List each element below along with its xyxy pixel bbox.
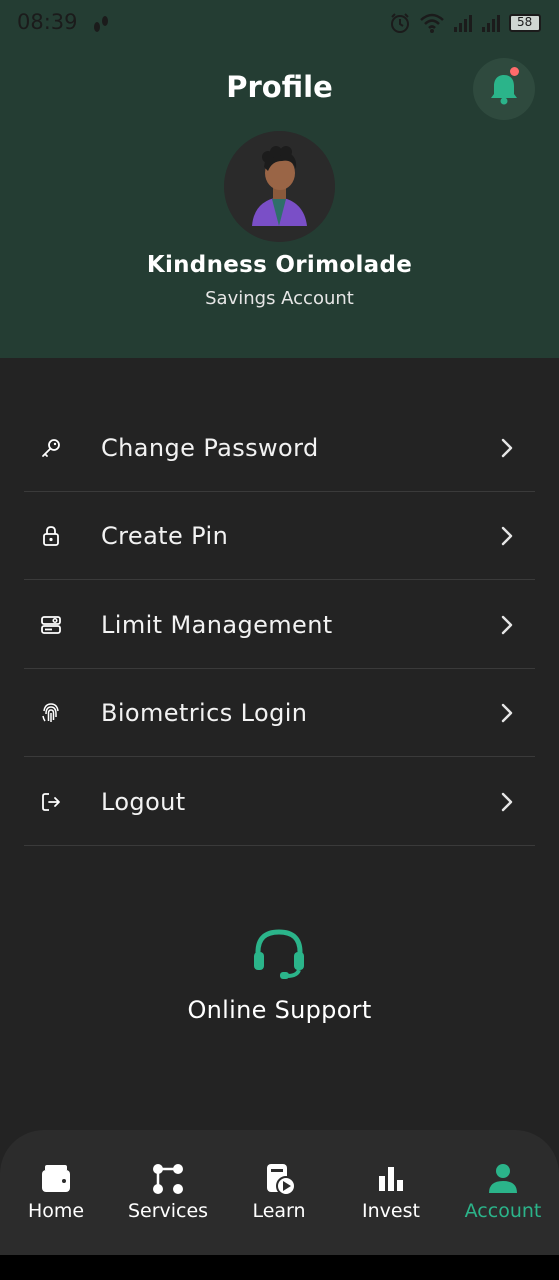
chevron-right-icon (501, 615, 513, 634)
nav-label-invest: Invest (362, 1200, 420, 1222)
menu-label-biometrics-login: Biometrics Login (101, 698, 308, 727)
nav-item-learn[interactable]: Learn (223, 1130, 335, 1255)
chevron-right-icon (501, 703, 513, 722)
nav-item-invest[interactable]: Invest (335, 1130, 447, 1255)
chevron-right-icon (501, 526, 513, 545)
bottom-navigation: Home Services Learn Invest Account (0, 1130, 559, 1255)
avatar-illustration (224, 131, 335, 242)
account-type: Savings Account (205, 288, 354, 309)
nav-item-services[interactable]: Services (112, 1130, 224, 1255)
bell-icon (491, 75, 517, 105)
menu-item-biometrics-login[interactable]: Biometrics Login (24, 669, 535, 757)
fingerprint-icon (38, 700, 64, 726)
menu-label-create-pin: Create Pin (101, 521, 229, 550)
system-navigation-bar (0, 1255, 559, 1280)
menu-item-change-password[interactable]: Change Password (24, 404, 535, 492)
status-bar: 08:39 58 (0, 0, 559, 48)
alarm-icon (391, 13, 409, 33)
notification-dot (510, 67, 519, 76)
user-icon (489, 1164, 517, 1193)
nav-label-services: Services (127, 1200, 209, 1222)
nav-item-account[interactable]: Account (447, 1130, 559, 1255)
menu-label-limit-management: Limit Management (101, 610, 333, 639)
online-support-label[interactable]: Online Support (0, 996, 559, 1024)
battery-icon: 58 (509, 14, 541, 32)
bar-chart-icon (379, 1167, 403, 1191)
wifi-icon (420, 13, 444, 33)
limit-icon (38, 612, 64, 638)
nav-label-learn: Learn (252, 1200, 306, 1222)
user-name: Kindness Orimolade (146, 252, 413, 278)
services-icon (153, 1164, 183, 1194)
nav-item-home[interactable]: Home (0, 1130, 112, 1255)
chevron-right-icon (501, 792, 513, 811)
nav-label-home: Home (27, 1200, 85, 1222)
signal-icon (454, 15, 472, 32)
menu-label-logout: Logout (101, 787, 186, 816)
key-icon (38, 435, 64, 461)
battery-level: 58 (517, 15, 533, 29)
status-time: 08:39 (17, 10, 78, 34)
wallet-icon (42, 1165, 70, 1192)
learn-icon (267, 1164, 296, 1196)
footsteps-icon (94, 16, 108, 32)
logout-icon (38, 789, 64, 815)
menu-item-logout[interactable]: Logout (24, 758, 535, 846)
profile-header: 08:39 58 Profile Kindness Orimolade Savi… (0, 0, 559, 358)
menu-item-create-pin[interactable]: Create Pin (24, 492, 535, 580)
avatar[interactable] (224, 131, 335, 242)
signal-icon-2 (482, 15, 500, 32)
chevron-right-icon (501, 438, 513, 457)
notifications-button[interactable] (473, 58, 535, 120)
headset-icon[interactable] (252, 928, 306, 980)
nav-label-account: Account (464, 1200, 542, 1222)
menu-item-limit-management[interactable]: Limit Management (24, 581, 535, 669)
lock-icon (38, 523, 64, 549)
status-icons: 58 (389, 12, 541, 34)
profile-content: Change Password Create Pin Limit Managem… (0, 358, 559, 1255)
menu-label-change-password: Change Password (101, 433, 319, 462)
